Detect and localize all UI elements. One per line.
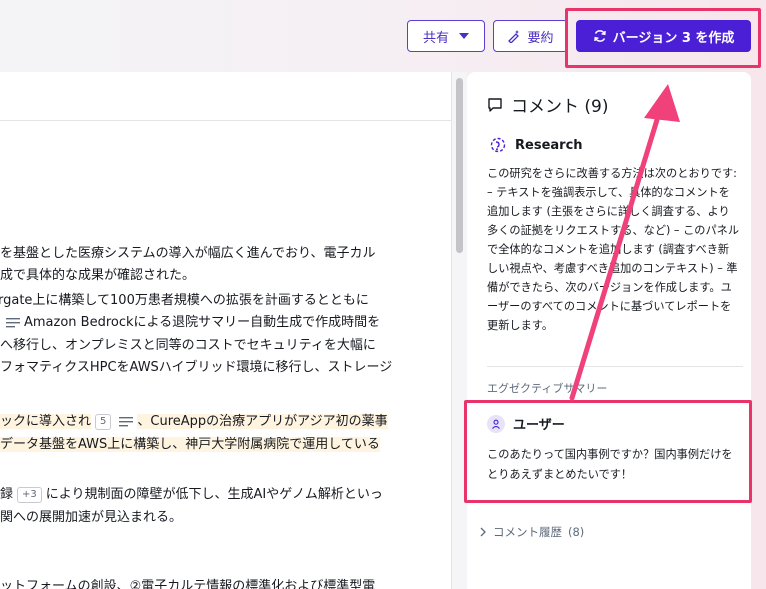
- document-line: フォマティクスHPCをAWSハイブリッド環境に移行し、ストレージ: [0, 360, 393, 375]
- document-header-divider: [0, 120, 451, 121]
- comment-icon: [488, 97, 502, 112]
- document-scrollbar-thumb[interactable]: [456, 78, 463, 253]
- comment-history-count: (8): [568, 525, 585, 539]
- document-line: データ基盤をAWS上に構築し、神戸大学附属病院で運用している: [0, 435, 380, 455]
- document-line: 成で具体的な成果が確認された。: [0, 268, 196, 283]
- comments-title-text: コメント (9): [511, 97, 609, 117]
- summary-label: 要約: [527, 30, 554, 46]
- research-comment-header: Research: [489, 136, 583, 154]
- citation-lines-icon: [119, 416, 134, 426]
- share-label: 共有: [422, 30, 449, 46]
- document-line: 録 +3 により規制面の障壁が低下し、生成AIやゲノム解析といっ: [0, 485, 383, 505]
- document-line: へ移行し、オンプレミスと同等のコストでセキュリティを大幅に: [0, 338, 376, 353]
- panel-divider: [487, 366, 743, 367]
- highlighted-text[interactable]: 、CureAppの治療アプリがアジア初の薬事: [137, 414, 388, 429]
- document-line: 関への展開加速が見込まれる。: [0, 510, 183, 525]
- section-label: エグゼクティブサマリー: [487, 382, 608, 395]
- annotation-highlight-box: [464, 400, 752, 503]
- citation-lines-icon: [6, 317, 20, 327]
- document-pane[interactable]: を基盤とした医療システムの導入が幅広く進んでおり、電子カル 成で具体的な成果が確…: [0, 72, 452, 589]
- citation-badge[interactable]: +3: [17, 486, 42, 503]
- highlighted-text[interactable]: ックに導入され: [0, 414, 92, 429]
- document-line: ックに導入され 5 、CureAppの治療アプリがアジア初の薬事: [0, 412, 388, 432]
- share-button[interactable]: 共有: [407, 20, 485, 52]
- research-comment-body: この研究をさらに改善する方法は次のとおりです: – テキストを強調表示して、具体…: [487, 167, 740, 332]
- document-line: を基盤とした医療システムの導入が幅広く進んでおり、電子カル: [0, 246, 376, 261]
- document-line-text: により規制面の障壁が低下し、生成AIやゲノム解析といっ: [45, 487, 383, 502]
- comments-title: コメント (9): [487, 92, 608, 117]
- comment-history-toggle[interactable]: コメント履歴 (8): [479, 524, 584, 540]
- magic-pen-icon: [508, 30, 520, 43]
- research-agent-icon: [490, 137, 506, 153]
- summary-button[interactable]: 要約: [493, 20, 568, 52]
- research-author: Research: [515, 137, 583, 153]
- document-line-text: Amazon Bedrockによる退院サマリー自動生成で作成時間を: [24, 315, 381, 330]
- comment-history-label: コメント履歴: [493, 525, 562, 539]
- annotation-highlight-box: [565, 8, 761, 68]
- highlighted-text[interactable]: データ基盤をAWS上に構築し、神戸大学附属病院で運用している: [0, 437, 380, 452]
- document-line: Amazon Bedrockによる退院サマリー自動生成で作成時間を: [2, 313, 380, 333]
- chevron-right-icon: [480, 527, 486, 537]
- comments-panel: コメント (9) Research この研究をさらに改善する方法は次のとおりです…: [467, 72, 751, 589]
- document-line-text: 録: [0, 487, 14, 502]
- citation-badge[interactable]: 5: [95, 413, 112, 430]
- document-line: ットフォームの創設、②電子カルテ情報の標準化および標準型電: [0, 579, 376, 589]
- document-line: rgate上に構築して100万患者規模への拡張を計画するとともに: [0, 293, 369, 308]
- chevron-down-icon: [459, 33, 469, 39]
